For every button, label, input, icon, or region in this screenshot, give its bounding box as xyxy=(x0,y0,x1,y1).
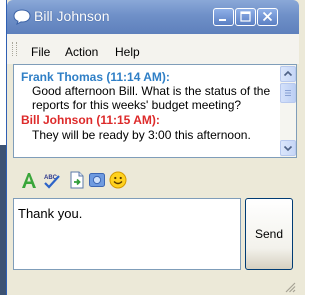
message-input-value: Thank you. xyxy=(18,206,83,221)
close-icon xyxy=(262,11,273,22)
send-file-icon[interactable] xyxy=(67,170,87,190)
send-button[interactable]: Send xyxy=(245,198,293,270)
emoticon-icon[interactable] xyxy=(108,170,128,190)
message-sender: Bill Johnson (11:15 AM): xyxy=(21,113,160,127)
menu-file[interactable]: File xyxy=(31,45,50,59)
menu-action[interactable]: Action xyxy=(65,45,98,59)
spell-check-icon[interactable]: ABC xyxy=(42,170,62,190)
minimize-icon xyxy=(219,19,226,21)
title-bar[interactable]: Bill Johnson xyxy=(7,0,299,34)
scroll-thumb[interactable] xyxy=(280,83,296,103)
close-button[interactable] xyxy=(257,8,278,26)
minimize-button[interactable] xyxy=(213,8,234,26)
menu-bar xyxy=(7,34,299,64)
photo-icon[interactable] xyxy=(87,170,107,190)
maximize-icon xyxy=(240,11,251,22)
message-input[interactable]: Thank you. xyxy=(13,198,241,270)
arrow-down-icon xyxy=(283,145,293,152)
history-scrollbar[interactable] xyxy=(280,65,296,157)
message-text: reports for this weeks' budget meeting? xyxy=(32,98,242,112)
font-icon[interactable] xyxy=(19,170,39,190)
maximize-button[interactable] xyxy=(235,8,256,26)
arrow-up-icon xyxy=(283,70,293,77)
window-title: Bill Johnson xyxy=(34,8,110,24)
resize-grip-icon[interactable] xyxy=(284,280,296,293)
menu-help[interactable]: Help xyxy=(115,45,140,59)
message-history[interactable]: Frank Thomas (11:14 AM): Good afternoon … xyxy=(13,64,297,158)
message-text: They will be ready by 3:00 this afternoo… xyxy=(32,128,251,142)
grip-icon xyxy=(285,90,291,96)
scroll-down-button[interactable] xyxy=(280,140,296,156)
menu-grip xyxy=(12,42,17,56)
message-text: Good afternoon Bill. What is the status … xyxy=(32,84,271,98)
message-sender: Frank Thomas (11:14 AM): xyxy=(21,70,170,84)
chat-bubble-icon xyxy=(13,9,31,26)
chat-window: Bill Johnson File Action Help Frank Thom… xyxy=(6,0,305,295)
scroll-up-button[interactable] xyxy=(280,66,296,82)
format-toolbar: ABC xyxy=(7,160,299,198)
